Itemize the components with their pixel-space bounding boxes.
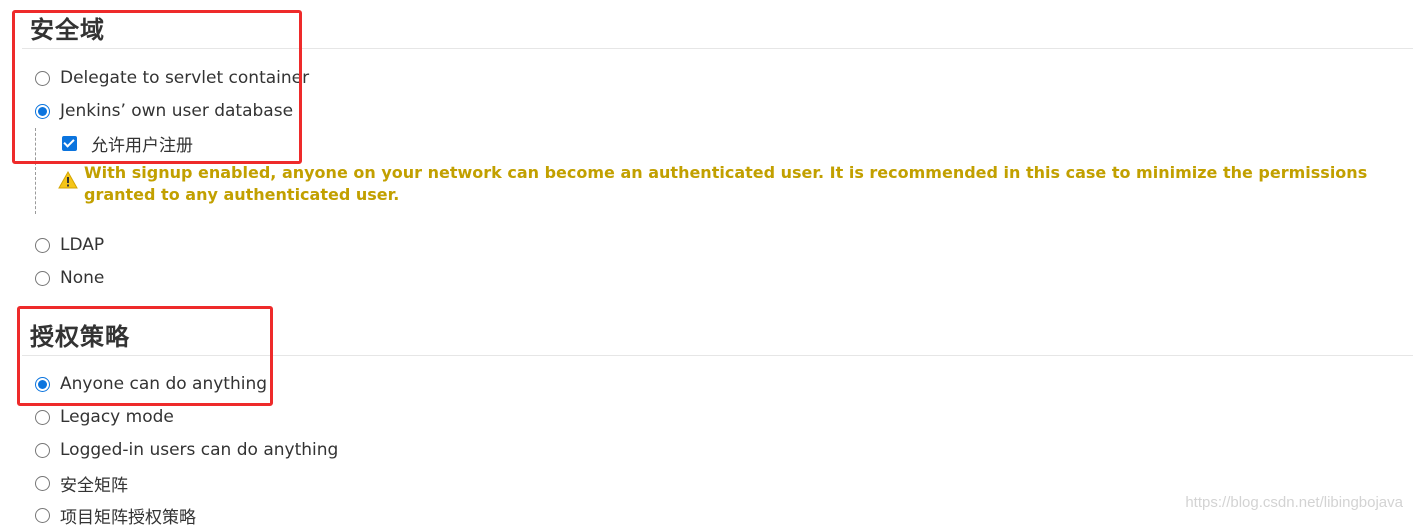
- auth-option-matrix-label: 安全矩阵: [60, 475, 128, 496]
- auth-option-logged-in-label: Logged-in users can do anything: [60, 440, 339, 460]
- radio-project-matrix[interactable]: [35, 507, 50, 523]
- radio-matrix[interactable]: [35, 475, 50, 491]
- warning-icon: [58, 170, 78, 189]
- auth-option-anyone-label: Anyone can do anything: [60, 374, 268, 394]
- allow-signup-checkbox[interactable]: [62, 135, 77, 151]
- realm-option-servlet[interactable]: Delegate to servlet container: [35, 66, 309, 90]
- auth-option-legacy-label: Legacy mode: [60, 407, 174, 427]
- auth-option-anyone[interactable]: Anyone can do anything: [35, 372, 267, 396]
- realm-option-none[interactable]: None: [35, 266, 104, 290]
- realm-option-jenkins-db-label: Jenkins’ own user database: [60, 101, 294, 121]
- jenkins-db-settings: 允许用户注册 With signup enabled, anyone on yo…: [35, 128, 1406, 214]
- radio-ldap[interactable]: [35, 237, 50, 253]
- realm-option-servlet-label: Delegate to servlet container: [60, 68, 310, 88]
- realm-option-ldap[interactable]: LDAP: [35, 233, 104, 257]
- allow-signup-label: 允许用户注册: [91, 135, 193, 156]
- allow-signup-option[interactable]: 允许用户注册: [62, 132, 193, 156]
- radio-logged-in[interactable]: [35, 442, 50, 458]
- auth-option-project-matrix[interactable]: 项目矩阵授权策略: [35, 503, 196, 528]
- realm-option-jenkins-db[interactable]: Jenkins’ own user database: [35, 99, 293, 123]
- radio-anyone[interactable]: [35, 376, 50, 392]
- watermark: https://blog.csdn.net/libingbojava: [1185, 494, 1403, 511]
- realm-option-none-label: None: [60, 268, 105, 288]
- auth-option-project-matrix-label: 项目矩阵授权策略: [60, 507, 196, 528]
- security-realm-title: 安全域: [30, 16, 105, 44]
- signup-warning: With signup enabled, anyone on your netw…: [58, 162, 1398, 206]
- auth-option-logged-in[interactable]: Logged-in users can do anything: [35, 438, 338, 462]
- radio-jenkins-db[interactable]: [35, 103, 50, 119]
- signup-warning-text: With signup enabled, anyone on your netw…: [84, 163, 1368, 204]
- radio-legacy[interactable]: [35, 409, 50, 425]
- radio-none[interactable]: [35, 270, 50, 286]
- realm-option-ldap-label: LDAP: [60, 235, 105, 255]
- authorization-title: 授权策略: [30, 323, 130, 351]
- authorization-divider: [22, 355, 1413, 356]
- security-realm-divider: [22, 48, 1413, 49]
- auth-option-matrix[interactable]: 安全矩阵: [35, 471, 128, 496]
- radio-servlet[interactable]: [35, 70, 50, 86]
- auth-option-legacy[interactable]: Legacy mode: [35, 405, 174, 429]
